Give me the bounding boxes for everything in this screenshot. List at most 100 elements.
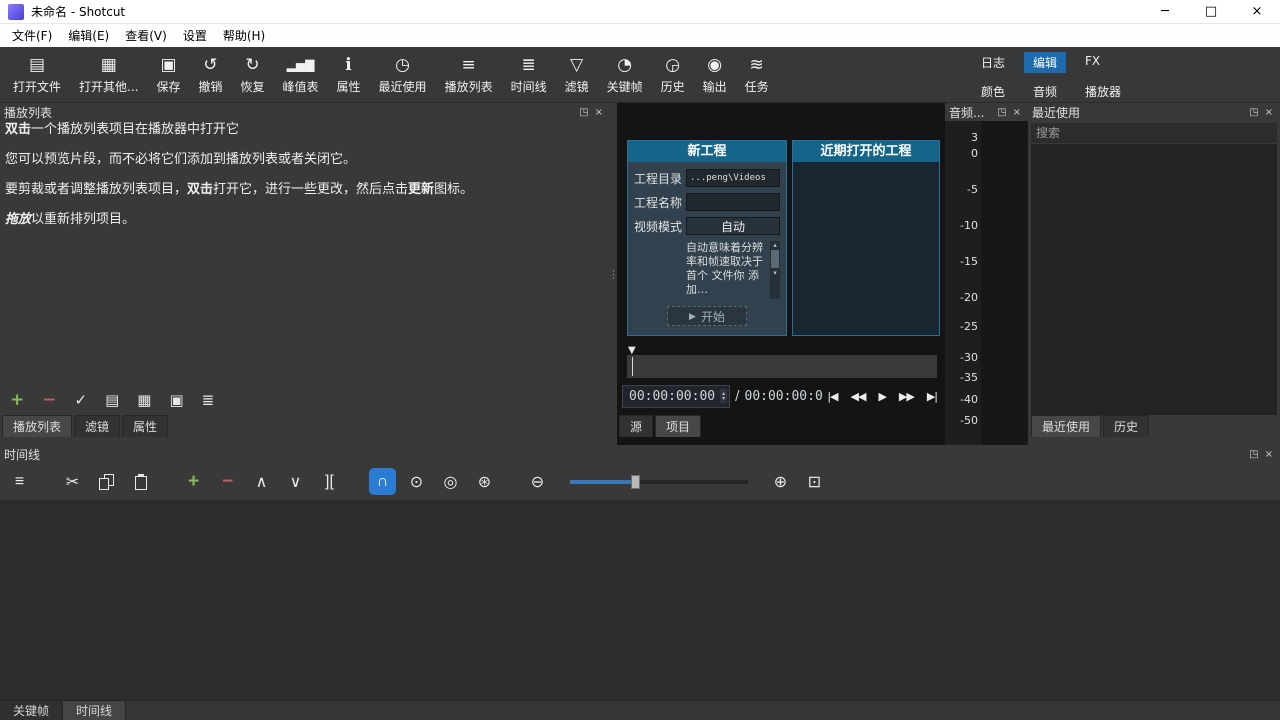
redo-button[interactable]: ↻ 恢复 xyxy=(232,51,274,98)
tab-keyframes[interactable]: 关键帧 xyxy=(0,701,63,720)
paste-button[interactable] xyxy=(127,468,154,495)
float-panel-icon[interactable]: ◳ xyxy=(576,107,591,118)
zoom-slider-track[interactable] xyxy=(570,480,748,484)
recent-files-list[interactable] xyxy=(1031,144,1277,415)
menu-edit[interactable]: 编辑(E) xyxy=(60,24,117,47)
filters-button[interactable]: ▽ 滤镜 xyxy=(556,51,598,98)
undo-button[interactable]: ↺ 撤销 xyxy=(189,51,231,98)
overwrite-button[interactable]: ∨ xyxy=(282,468,309,495)
tab-playlist[interactable]: 播放列表 xyxy=(2,415,72,437)
ripple-toggle-button[interactable]: ◎ xyxy=(437,468,464,495)
playlist-add-button[interactable]: + xyxy=(10,390,24,410)
current-timecode-spinner[interactable]: 00:00:00:00 ▴ ▾ xyxy=(622,385,730,408)
tab-source[interactable]: 源 xyxy=(619,415,653,437)
playlist-menu-button[interactable]: ≣ xyxy=(202,391,215,409)
ripple-all-tracks-button[interactable]: ⊛ xyxy=(471,468,498,495)
play-button[interactable]: ▶ xyxy=(878,390,885,403)
project-dir-input[interactable] xyxy=(686,169,780,187)
maximize-button[interactable]: □ xyxy=(1188,0,1234,23)
open-file-button[interactable]: ▤ 打开文件 xyxy=(4,51,70,98)
playhead-icon[interactable]: ▼ xyxy=(628,345,636,356)
zoom-fit-button[interactable]: ⊡ xyxy=(801,468,828,495)
player-scrubber[interactable]: ▼ xyxy=(627,345,937,378)
cut-button[interactable]: ✂ xyxy=(59,468,86,495)
layout-editing-button[interactable]: 编辑 xyxy=(1024,52,1066,73)
zoom-in-button[interactable]: ⊕ xyxy=(767,468,794,495)
float-panel-icon[interactable]: ◳ xyxy=(1246,449,1261,460)
append-button[interactable]: + xyxy=(180,468,207,495)
history-button[interactable]: ◶ 历史 xyxy=(652,51,694,98)
peak-meter-button[interactable]: ▂▅▇ 峰值表 xyxy=(274,51,328,98)
close-button[interactable]: × xyxy=(1234,0,1280,23)
view-details-button[interactable]: ▤ xyxy=(105,391,119,409)
scroll-thumb[interactable] xyxy=(771,250,779,268)
snap-toggle-button[interactable]: ∩ xyxy=(369,468,396,495)
scrub-while-dragging-button[interactable]: ⊙ xyxy=(403,468,430,495)
timeline-button[interactable]: ≣ 时间线 xyxy=(502,51,556,98)
project-name-input[interactable] xyxy=(686,193,780,211)
save-button[interactable]: ▣ 保存 xyxy=(147,51,189,98)
scroll-up-icon[interactable]: ▴ xyxy=(773,241,777,249)
rewind-button[interactable]: ◀◀ xyxy=(851,390,866,403)
split-button[interactable]: ][ xyxy=(316,468,343,495)
layout-fx-button[interactable]: FX xyxy=(1076,52,1109,73)
text-segment: 要剪裁或者调整播放列表项目， xyxy=(5,182,187,197)
menu-view[interactable]: 查看(V) xyxy=(117,24,175,47)
tab-recent[interactable]: 最近使用 xyxy=(1031,415,1101,437)
ripple-delete-button[interactable]: − xyxy=(214,468,241,495)
search-input[interactable] xyxy=(1031,123,1277,143)
video-mode-select[interactable]: 自动 xyxy=(686,217,780,235)
playlist-update-button[interactable]: ✓ xyxy=(75,391,88,409)
view-icons-button[interactable]: ▣ xyxy=(169,391,183,409)
layout-color-button[interactable]: 颜色 xyxy=(972,81,1014,102)
tab-timeline[interactable]: 时间线 xyxy=(63,701,126,720)
spin-down-icon[interactable]: ▾ xyxy=(722,396,725,401)
vertical-splitter[interactable]: ⋮ xyxy=(610,103,617,445)
jobs-button[interactable]: ≋ 任务 xyxy=(736,51,778,98)
scale-value: -5 xyxy=(967,183,978,196)
recent-button[interactable]: ◷ 最近使用 xyxy=(370,51,436,98)
scrollbar[interactable]: ▴ ▾ xyxy=(770,241,780,299)
lift-button[interactable]: ∧ xyxy=(248,468,275,495)
layout-logs-button[interactable]: 日志 xyxy=(972,52,1014,73)
close-panel-icon[interactable]: × xyxy=(1010,107,1024,118)
menu-file[interactable]: 文件(F) xyxy=(4,24,60,47)
menu-settings[interactable]: 设置 xyxy=(175,24,215,47)
zoom-slider[interactable] xyxy=(570,468,748,495)
tab-properties[interactable]: 属性 xyxy=(122,415,168,437)
timeline-tracks[interactable] xyxy=(0,500,1280,700)
layout-audio-button[interactable]: 音频 xyxy=(1024,81,1066,102)
history-label: 历史 xyxy=(661,78,685,95)
zoom-out-button[interactable]: ⊖ xyxy=(524,468,551,495)
close-panel-icon[interactable]: × xyxy=(1262,107,1276,118)
playlist-remove-button[interactable]: − xyxy=(42,390,56,410)
timeline-toolbar: ≡ ✂ + − ∧ ∨ ][ ∩ ⊙ ◎ ⊛ ⊖ ⊕ ⊡ xyxy=(0,463,1280,500)
layout-player-button[interactable]: 播放器 xyxy=(1076,81,1130,102)
export-button[interactable]: ◉ 输出 xyxy=(694,51,736,98)
start-button[interactable]: ▶ 开始 xyxy=(667,306,747,326)
close-panel-icon[interactable]: × xyxy=(1262,449,1276,460)
tab-filters[interactable]: 滤镜 xyxy=(74,415,120,437)
recent-projects-list[interactable] xyxy=(793,162,939,335)
timecode-spin-buttons[interactable]: ▴ ▾ xyxy=(720,389,727,403)
timeline-menu-button[interactable]: ≡ xyxy=(6,468,33,495)
properties-button[interactable]: ℹ 属性 xyxy=(328,51,370,98)
menu-help[interactable]: 帮助(H) xyxy=(215,24,273,47)
close-panel-icon[interactable]: × xyxy=(592,107,606,118)
skip-to-start-button[interactable]: |◀ xyxy=(827,390,837,403)
skip-to-end-button[interactable]: ▶| xyxy=(927,390,937,403)
fast-forward-button[interactable]: ▶▶ xyxy=(899,390,914,403)
open-other-button[interactable]: ▦ 打开其他... xyxy=(70,51,147,98)
tab-history[interactable]: 历史 xyxy=(1103,415,1149,437)
scroll-down-icon[interactable]: ▾ xyxy=(773,269,777,277)
view-tiles-button[interactable]: ▦ xyxy=(137,391,151,409)
tab-project[interactable]: 项目 xyxy=(655,415,701,437)
playlist-button[interactable]: ≡ 播放列表 xyxy=(436,51,502,98)
copy-button[interactable] xyxy=(93,468,120,495)
zoom-slider-handle[interactable] xyxy=(631,475,640,489)
keyframes-button[interactable]: ◔ 关键帧 xyxy=(598,51,652,98)
scrub-track[interactable] xyxy=(627,355,937,378)
float-panel-icon[interactable]: ◳ xyxy=(994,107,1009,118)
float-panel-icon[interactable]: ◳ xyxy=(1246,107,1261,118)
minimize-button[interactable]: ─ xyxy=(1142,0,1188,23)
